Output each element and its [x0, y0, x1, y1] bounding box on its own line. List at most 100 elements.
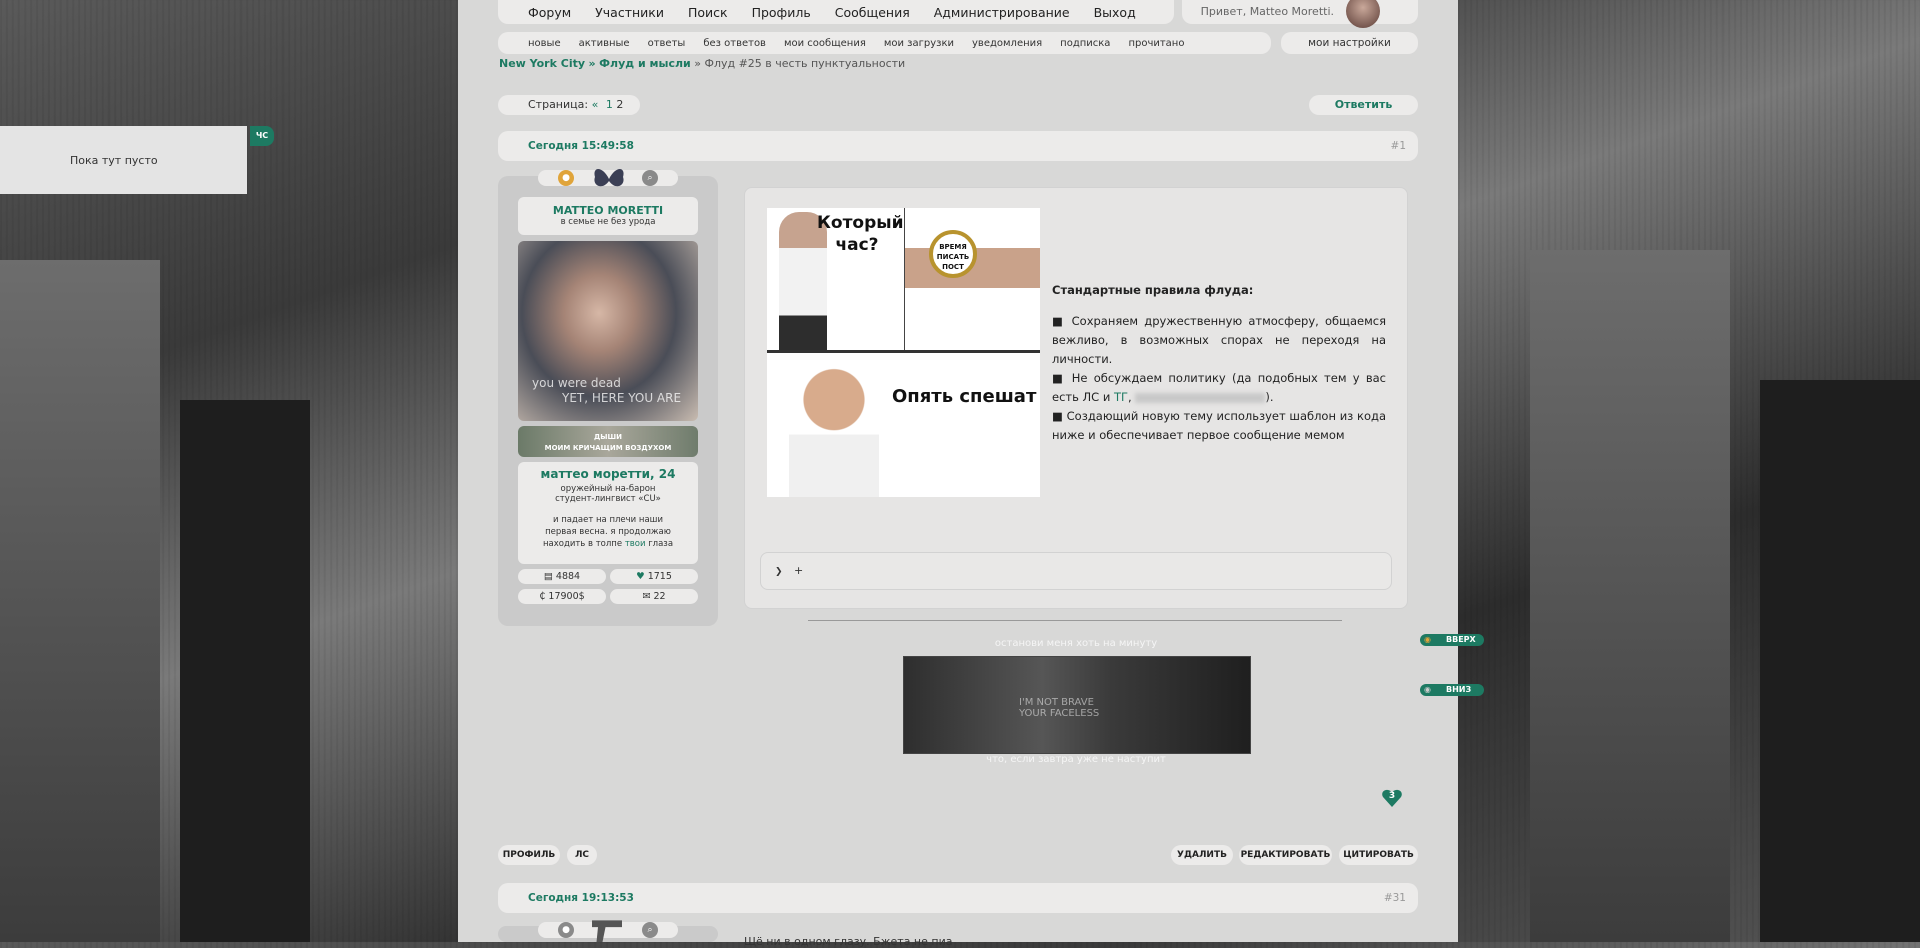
- flood-rules: Стандартные правила флуда: ■ Сохраняем д…: [1052, 281, 1386, 445]
- chat-icon: ◉: [1424, 685, 1431, 694]
- subnav-mark-read[interactable]: прочитано: [1128, 38, 1184, 49]
- signature-bottom-text: что, если завтра уже не наступит: [986, 754, 1166, 765]
- scroll-down-label: ВНИЗ: [1446, 685, 1472, 694]
- delete-button[interactable]: УДАЛИТЬ: [1171, 845, 1233, 865]
- post-date[interactable]: Сегодня 15:49:58: [528, 140, 634, 152]
- nav-members[interactable]: Участники: [595, 5, 664, 20]
- money-icon: ₵: [539, 591, 546, 602]
- banner-line-1: ДЫШИ: [594, 433, 622, 441]
- breadcrumb-section[interactable]: Флуд и мысли: [599, 57, 691, 70]
- subnav-replies[interactable]: ответы: [648, 38, 686, 49]
- background-building: [1530, 250, 1730, 942]
- search-icon[interactable]: ⌕: [642, 922, 658, 938]
- subnav-my-uploads[interactable]: мои загрузки: [884, 38, 954, 49]
- character-role-2: студент-лингвист «CU»: [555, 494, 661, 504]
- likes-count: 1715: [647, 571, 672, 582]
- subnav-active[interactable]: активные: [579, 38, 630, 49]
- rule-2-end: ).: [1265, 390, 1274, 404]
- scroll-down-button[interactable]: ◉ ВНИЗ: [1420, 684, 1484, 696]
- meme-text-top: Который час?: [817, 213, 904, 255]
- post-number[interactable]: #31: [1384, 892, 1406, 904]
- nav-search[interactable]: Поиск: [688, 5, 728, 20]
- search-icon[interactable]: ⌕: [642, 170, 658, 186]
- avatar-caption-1: you were dead: [532, 376, 621, 390]
- signature-image: I'M NOT BRAVE YOUR FACELESS: [903, 656, 1251, 754]
- meme-text-bottom: Опять спешат: [892, 386, 1037, 407]
- subnav-subscriptions[interactable]: подписка: [1060, 38, 1110, 49]
- signature-caption-1: I'M NOT BRAVE: [1019, 697, 1094, 708]
- pagination: Страница: « 1 2: [498, 95, 640, 115]
- mail-icon: ✉: [642, 591, 651, 602]
- character-role-1: оружейный на-барон: [560, 484, 656, 494]
- quote-part-2: глаза: [648, 539, 674, 549]
- breadcrumb-sep: »: [588, 57, 596, 70]
- comment-icon: ▤: [543, 571, 553, 582]
- like-heart-icon[interactable]: 3: [1381, 787, 1403, 809]
- breadcrumb-forum[interactable]: New York City: [499, 57, 585, 70]
- post-date[interactable]: Сегодня 19:13:53: [528, 892, 634, 904]
- user-avatar[interactable]: [1346, 0, 1380, 28]
- post-header: Сегодня 15:49:58 #1: [498, 131, 1418, 161]
- pagination-page-1[interactable]: 1: [606, 98, 613, 111]
- character-quote: и падает на плечи наши первая весна. я п…: [536, 514, 680, 550]
- nav-forum[interactable]: Форум: [528, 5, 571, 20]
- background-building: [1760, 380, 1920, 942]
- posts-count: 4884: [555, 571, 581, 582]
- profile-button[interactable]: ПРОФИЛЬ: [498, 845, 560, 865]
- stat-likes: ♥ 1715: [610, 569, 698, 584]
- profile-name-card: MATTEO MORETTI в семье не без урода: [518, 197, 698, 235]
- chevron-right-icon: ❯: [775, 567, 783, 577]
- stat-posts: ▤ 4884: [518, 569, 606, 584]
- my-settings-link[interactable]: мои настройки: [1281, 32, 1418, 54]
- subnav-unanswered[interactable]: без ответов: [703, 38, 766, 49]
- tg-link[interactable]: ТГ: [1114, 390, 1128, 404]
- stat-money: ₵ 17900$: [518, 589, 606, 604]
- butterfly-icon: [592, 165, 626, 193]
- subnav-my-posts[interactable]: мои сообщения: [784, 38, 866, 49]
- money-amount: 17900$: [548, 591, 585, 602]
- subnav-notifications[interactable]: уведомления: [972, 38, 1042, 49]
- rule-2: ■ Не обсуждаем политику (да подобных тем…: [1052, 371, 1386, 404]
- like-count: 3: [1388, 791, 1396, 801]
- rule-3: ■ Создающий новую тему использует шаблон…: [1052, 409, 1386, 442]
- blacklist-panel: Пока тут пусто: [0, 126, 247, 194]
- post-header: Сегодня 19:13:53 #31: [498, 883, 1418, 913]
- nav-profile[interactable]: Профиль: [752, 5, 811, 20]
- profile-tagline: в семье не без урода: [560, 217, 656, 227]
- rules-title: Стандартные правила флуда:: [1052, 283, 1254, 297]
- pagination-page-2: 2: [616, 98, 624, 111]
- profile-info-card: маттео моретти, 24 оружейный на-барон ст…: [518, 462, 698, 564]
- pagination-label: Страница:: [528, 98, 589, 111]
- signature-caption-2: YOUR FACELESS: [1019, 708, 1100, 719]
- background-building: [0, 260, 160, 942]
- blurred-text: [1135, 392, 1266, 403]
- scroll-up-button[interactable]: ◉ ВВЕРХ: [1420, 634, 1484, 646]
- edit-button[interactable]: РЕДАКТИРОВАТЬ: [1239, 845, 1332, 865]
- scroll-up-label: ВВЕРХ: [1446, 635, 1476, 644]
- pm-button[interactable]: ЛС: [567, 845, 597, 865]
- rule-1: ■ Сохраняем дружественную атмосферу, общ…: [1052, 314, 1386, 366]
- quote-button[interactable]: ЦИТИРОВАТЬ: [1339, 845, 1418, 865]
- profile-avatar: you were dead YET, HERE YOU ARE: [518, 241, 698, 421]
- post-number[interactable]: #1: [1391, 140, 1406, 152]
- empty-text: Пока тут пусто: [70, 154, 158, 167]
- heart-icon: ♥: [636, 571, 645, 582]
- nav-messages[interactable]: Сообщения: [835, 5, 910, 20]
- subnav-new[interactable]: новые: [528, 38, 561, 49]
- pagination-prev[interactable]: «: [592, 98, 599, 111]
- sub-nav: новые активные ответы без ответов мои со…: [498, 32, 1271, 54]
- code-spoiler[interactable]: ❯ +: [760, 552, 1392, 590]
- greeting-text: Привет, Matteo Moretti.: [1200, 5, 1334, 18]
- background-building: [180, 400, 310, 942]
- reply-button[interactable]: Ответить: [1309, 95, 1418, 115]
- pm-count: 22: [653, 591, 666, 602]
- main-nav: Форум Участники Поиск Профиль Сообщения …: [498, 0, 1174, 24]
- nav-logout[interactable]: Выход: [1094, 5, 1136, 20]
- user-icon[interactable]: ●: [558, 170, 574, 186]
- user-icon[interactable]: ●: [558, 922, 574, 938]
- meme-man-bottom: [789, 358, 879, 497]
- blacklist-tab[interactable]: ЧС: [250, 126, 274, 146]
- nav-admin[interactable]: Администрирование: [934, 5, 1070, 20]
- profile-banner: ДЫШИ МОИМ КРИЧАЩИМ ВОЗДУХОМ: [518, 426, 698, 457]
- profile-name[interactable]: MATTEO MORETTI: [518, 204, 698, 217]
